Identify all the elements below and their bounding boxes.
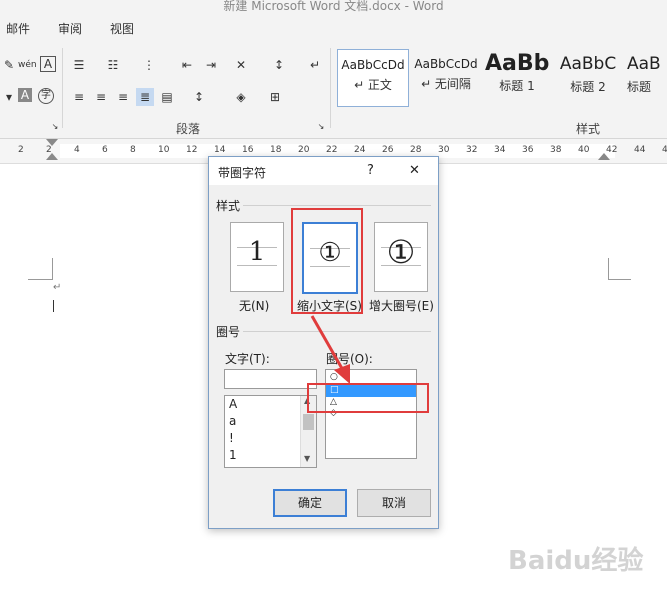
numbering-icon[interactable]: ☷: [104, 56, 122, 74]
watermark-text: Baidu经验: [508, 546, 644, 576]
style-sample: AaBbCcDd: [341, 58, 405, 72]
ruler-tick: 36: [522, 145, 534, 155]
style-sample: AaB: [627, 54, 661, 74]
align-right-icon[interactable]: ≡: [114, 88, 132, 106]
ruler-tick: 38: [550, 145, 562, 155]
style-glyph: ①: [386, 233, 416, 271]
decrease-indent-icon[interactable]: ⇤: [178, 56, 196, 74]
style-name: ↵ 正文: [354, 78, 392, 92]
highlight-box-shrink-text: [291, 208, 363, 314]
text-listbox[interactable]: Aa! 1 ▲ ▼: [224, 395, 317, 468]
ruler-tick: 32: [466, 145, 478, 155]
ruler-tick: 10: [158, 145, 170, 155]
dialog-title-bar: 带圈字符 ? ✕: [209, 157, 438, 185]
first-line-indent-marker[interactable]: [46, 139, 58, 146]
ribbon: ✎ wén A ▾ A 字 ☰ ☷ ⋮ ⇤ ⇥ ✕ ↕ ↵ ≡ ≡ ≡ ≣ ▤ …: [0, 42, 667, 139]
tab-view[interactable]: 视图: [110, 20, 134, 37]
ruler-tick: 40: [578, 145, 590, 155]
style-label-enlarge-symbol[interactable]: 增大圈号(E): [369, 297, 434, 314]
multilevel-list-icon[interactable]: ⋮: [140, 56, 158, 74]
close-button[interactable]: ✕: [409, 163, 420, 178]
ruler-tick: 18: [270, 145, 282, 155]
ruler-tick: 16: [242, 145, 254, 155]
phonetic-guide-icon[interactable]: wén: [18, 56, 37, 74]
ruler-tick: 4: [662, 145, 667, 155]
ruler-tick: 20: [298, 145, 310, 155]
align-center-icon[interactable]: ≡: [92, 88, 110, 106]
style-title[interactable]: AaB 标题: [627, 49, 667, 105]
style-option-none[interactable]: 1: [230, 222, 284, 292]
enclosure-section-label: 圈号: [216, 325, 241, 339]
style-glyph: 1: [248, 237, 266, 267]
paragraph-mark-icon: ↵: [53, 282, 62, 293]
ruler-tick: 28: [410, 145, 422, 155]
ruler-tick: 30: [438, 145, 450, 155]
style-sample: AaBbCcDd: [414, 57, 478, 71]
ruler-tick: 26: [382, 145, 394, 155]
ruler-tick: 22: [326, 145, 338, 155]
style-no-spacing[interactable]: AaBbCcDd ↵ 无间隔: [411, 49, 481, 105]
style-name: 标题: [627, 80, 652, 94]
show-marks-icon[interactable]: ↵: [306, 56, 324, 74]
scroll-thumb[interactable]: [303, 414, 314, 430]
shading-icon[interactable]: ◈: [232, 88, 250, 106]
style-heading-2[interactable]: AaBbC 标题 2: [555, 49, 621, 105]
distributed-icon[interactable]: ▤: [158, 88, 176, 106]
tab-review[interactable]: 审阅: [58, 20, 82, 37]
help-button[interactable]: ?: [367, 163, 374, 178]
ok-button[interactable]: 确定: [273, 489, 347, 517]
paragraph-group-label: 段落: [176, 122, 201, 136]
watermark: Baidu经验: [508, 540, 643, 577]
ruler-tick: 14: [214, 145, 226, 155]
dropdown-chevron-icon[interactable]: ▾: [0, 88, 18, 106]
increase-indent-icon[interactable]: ⇥: [202, 56, 220, 74]
text-list-label: 文字(T):: [225, 352, 270, 366]
font-dialog-launcher-icon[interactable]: ↘: [50, 122, 60, 132]
style-normal[interactable]: AaBbCcDd ↵ 正文: [337, 49, 409, 107]
enclose-character-icon[interactable]: 字: [38, 88, 54, 104]
style-name: 标题 2: [570, 80, 606, 94]
ruler-tick: 6: [102, 145, 108, 155]
cancel-button[interactable]: 取消: [357, 489, 431, 517]
line-spacing-icon[interactable]: ↕: [190, 88, 208, 106]
ruler-tick: 44: [634, 145, 646, 155]
style-option-enlarge-symbol[interactable]: ①: [374, 222, 428, 292]
borders-icon[interactable]: ⊞: [266, 88, 284, 106]
margin-corner-left: [28, 258, 53, 280]
style-section-label: 样式: [216, 199, 241, 213]
annotation-arrow-icon: [310, 315, 350, 384]
dialog-title: 带圈字符: [218, 166, 267, 180]
dialog-launcher-icon[interactable]: ↘: [316, 122, 326, 132]
eraser-icon[interactable]: ✎: [0, 56, 18, 74]
bullets-icon[interactable]: ☰: [70, 56, 88, 74]
align-left-icon[interactable]: ≡: [70, 88, 88, 106]
ruler-tick: 24: [354, 145, 366, 155]
right-indent-marker[interactable]: [598, 153, 610, 160]
ruler-tick: 4: [74, 145, 80, 155]
window-title-bar: 新建 Microsoft Word 文档.docx - Word: [0, 0, 667, 14]
style-sample: AaBb: [485, 51, 549, 76]
style-name: ↵ 无间隔: [421, 77, 471, 91]
sort-icon[interactable]: ↕: [270, 56, 288, 74]
chinese-layout-icon[interactable]: ✕: [232, 56, 250, 74]
justify-icon[interactable]: ≣: [136, 88, 154, 106]
styles-group-label: 样式: [576, 122, 601, 136]
ribbon-tabs: 邮件 审阅 视图: [0, 14, 667, 42]
ruler-tick: 12: [186, 145, 198, 155]
style-sample: AaBbC: [559, 54, 617, 74]
window-title: 新建 Microsoft Word 文档.docx - Word: [223, 0, 444, 13]
character-shading-icon[interactable]: A: [18, 88, 32, 102]
ruler-tick: 2: [18, 145, 24, 155]
character-border-icon[interactable]: A: [40, 56, 56, 72]
scroll-down-icon[interactable]: ▼: [304, 454, 310, 463]
style-name: 标题 1: [499, 79, 535, 93]
hanging-indent-marker[interactable]: [46, 153, 58, 160]
margin-corner-right: [608, 258, 631, 280]
style-heading-1[interactable]: AaBb 标题 1: [485, 49, 549, 105]
style-label-none[interactable]: 无(N): [239, 297, 269, 314]
ruler-tick: 34: [494, 145, 506, 155]
text-cursor: [53, 300, 54, 312]
ruler-tick: 8: [130, 145, 136, 155]
tab-mailings[interactable]: 邮件: [6, 20, 30, 37]
